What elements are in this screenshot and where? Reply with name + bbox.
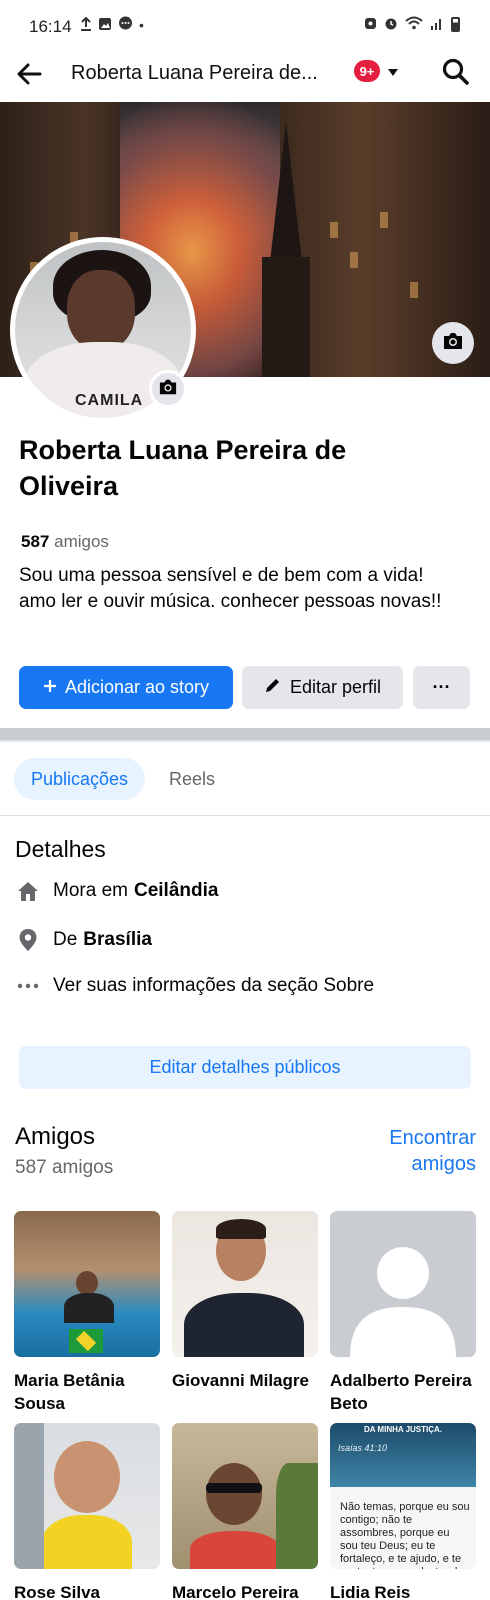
friend-photo-head xyxy=(76,1271,98,1295)
sunglasses-icon xyxy=(206,1483,262,1493)
detail-from: De Brasília xyxy=(15,927,152,953)
from-place[interactable]: Brasília xyxy=(83,929,152,951)
friend-card[interactable]: Marcelo Pereira xyxy=(172,1423,318,1600)
profile-friends-count[interactable]: 587 amigos xyxy=(21,532,109,552)
messenger-icon xyxy=(118,16,133,34)
friends-section-count: 587 amigos xyxy=(15,1157,114,1178)
cover-spire xyxy=(270,122,302,262)
friend-name: Lidia Reis xyxy=(330,1583,411,1600)
friend-photo-body xyxy=(64,1293,114,1323)
friend-photo-body xyxy=(184,1293,304,1357)
dot-icon: • xyxy=(139,17,144,33)
alarm-icon xyxy=(384,16,398,33)
plus-icon xyxy=(43,677,57,698)
pencil-icon xyxy=(264,676,282,699)
home-icon xyxy=(15,878,41,904)
search-icon[interactable] xyxy=(440,56,472,88)
image-icon xyxy=(98,17,112,34)
about-link-label: Ver suas informações da seção Sobre xyxy=(53,975,375,996)
from-prefix: De xyxy=(53,929,78,950)
back-arrow-icon[interactable] xyxy=(14,58,46,90)
friend-name: Marcelo Pereira xyxy=(172,1583,299,1600)
friend-photo xyxy=(330,1211,476,1357)
status-bar: 16:14 • xyxy=(0,0,490,50)
friend-card[interactable]: Adalberto Pereira Beto xyxy=(330,1211,476,1415)
friend-photo-head xyxy=(206,1463,262,1525)
chevron-down-icon[interactable] xyxy=(386,65,400,79)
friend-name: Giovanni Milagre xyxy=(172,1371,309,1390)
detail-about-link[interactable]: Ver suas informações da seção Sobre xyxy=(15,973,374,999)
profile-action-buttons: Adicionar ao story Editar perfil ··· xyxy=(19,666,471,709)
cover-tower xyxy=(262,257,310,377)
friend-card[interactable]: DA MINHA JUSTIÇA. Isaías 41:10 Não temas… xyxy=(330,1423,476,1600)
cover-window xyxy=(410,282,418,298)
cover-window xyxy=(380,212,388,228)
friend-photo xyxy=(14,1423,160,1569)
friends-section-title: Amigos xyxy=(15,1123,96,1150)
detail-lives-in: Mora em Ceilândia xyxy=(15,878,218,904)
friend-photo xyxy=(172,1211,318,1357)
bible-verse-heading: DA MINHA JUSTIÇA. xyxy=(363,1425,443,1434)
avatar-face xyxy=(67,270,135,350)
brazil-flag-icon xyxy=(69,1329,103,1353)
edit-public-details-button[interactable]: Editar detalhes públicos xyxy=(19,1046,471,1089)
details-title: Detalhes xyxy=(15,836,106,862)
status-right-icons xyxy=(364,16,460,33)
friend-photo-head xyxy=(54,1441,120,1513)
wifi-icon xyxy=(405,16,423,33)
add-to-story-label: Adicionar ao story xyxy=(64,677,210,697)
nfc-icon xyxy=(364,16,377,33)
lives-in-prefix: Mora em xyxy=(53,880,128,901)
bible-verse-reference: Isaías 41:10 xyxy=(338,1443,388,1453)
friend-photo-hair xyxy=(216,1219,266,1239)
bible-verse-banner: DA MINHA JUSTIÇA. Isaías 41:10 xyxy=(330,1423,476,1487)
friend-photo xyxy=(14,1211,160,1357)
location-pin-icon xyxy=(15,927,41,953)
signal-icon xyxy=(430,16,444,33)
friend-card[interactable]: Rose Silva xyxy=(14,1423,160,1600)
avatar-camera-button[interactable] xyxy=(149,370,187,408)
friend-card[interactable]: Maria Betânia Sousa xyxy=(14,1211,160,1415)
cover-window xyxy=(330,222,338,238)
profile-bio: Sou uma pessoa sensível e de bem com a v… xyxy=(19,565,442,612)
camera-icon xyxy=(442,331,464,356)
status-left-icons: • xyxy=(80,16,144,34)
camera-icon xyxy=(158,378,178,401)
upload-icon xyxy=(80,16,92,34)
friend-photo-plant xyxy=(276,1463,318,1569)
friends-count-number: 587 xyxy=(21,532,50,551)
edit-profile-label: Editar perfil xyxy=(289,677,382,697)
profile-name: Roberta Luana Pereira de Oliveira xyxy=(19,435,347,501)
status-time: 16:14 xyxy=(29,17,72,36)
friend-name: Adalberto Pereira Beto xyxy=(330,1371,472,1413)
find-friends-link[interactable]: Encontrar amigos xyxy=(372,1125,476,1177)
edit-profile-button[interactable]: Editar perfil xyxy=(242,666,403,709)
friend-photo xyxy=(172,1423,318,1569)
friend-photo-shelf xyxy=(14,1423,44,1569)
friend-photo-body xyxy=(42,1515,132,1569)
lives-in-place[interactable]: Ceilândia xyxy=(134,880,218,902)
friend-name: Maria Betânia Sousa xyxy=(14,1371,125,1413)
friends-count-label: amigos xyxy=(54,532,109,551)
add-to-story-button[interactable]: Adicionar ao story xyxy=(19,666,233,709)
friend-photo: DA MINHA JUSTIÇA. Isaías 41:10 Não temas… xyxy=(330,1423,476,1569)
cover-camera-button[interactable] xyxy=(432,322,474,364)
section-divider xyxy=(0,728,490,742)
friend-photo-body xyxy=(190,1531,280,1569)
bible-verse-text: Não temas, porque eu sou contigo; não te… xyxy=(340,1501,470,1569)
tab-reels[interactable]: Reels xyxy=(169,758,215,800)
notification-badge[interactable]: 9+ xyxy=(354,60,380,82)
tab-publicacoes[interactable]: Publicações xyxy=(14,758,145,800)
nav-title: Roberta Luana Pereira de... xyxy=(71,62,318,84)
friend-card[interactable]: Giovanni Milagre xyxy=(172,1211,318,1392)
more-options-button[interactable]: ··· xyxy=(413,666,470,709)
avatar-shirt-text: CAMILA xyxy=(75,392,144,409)
friend-name: Rose Silva xyxy=(14,1583,100,1600)
top-navigation-bar: Roberta Luana Pereira de... 9+ xyxy=(0,50,490,102)
tabs-divider xyxy=(0,815,490,816)
cover-window xyxy=(350,252,358,268)
battery-icon xyxy=(451,17,460,32)
ellipsis-icon xyxy=(15,973,41,999)
